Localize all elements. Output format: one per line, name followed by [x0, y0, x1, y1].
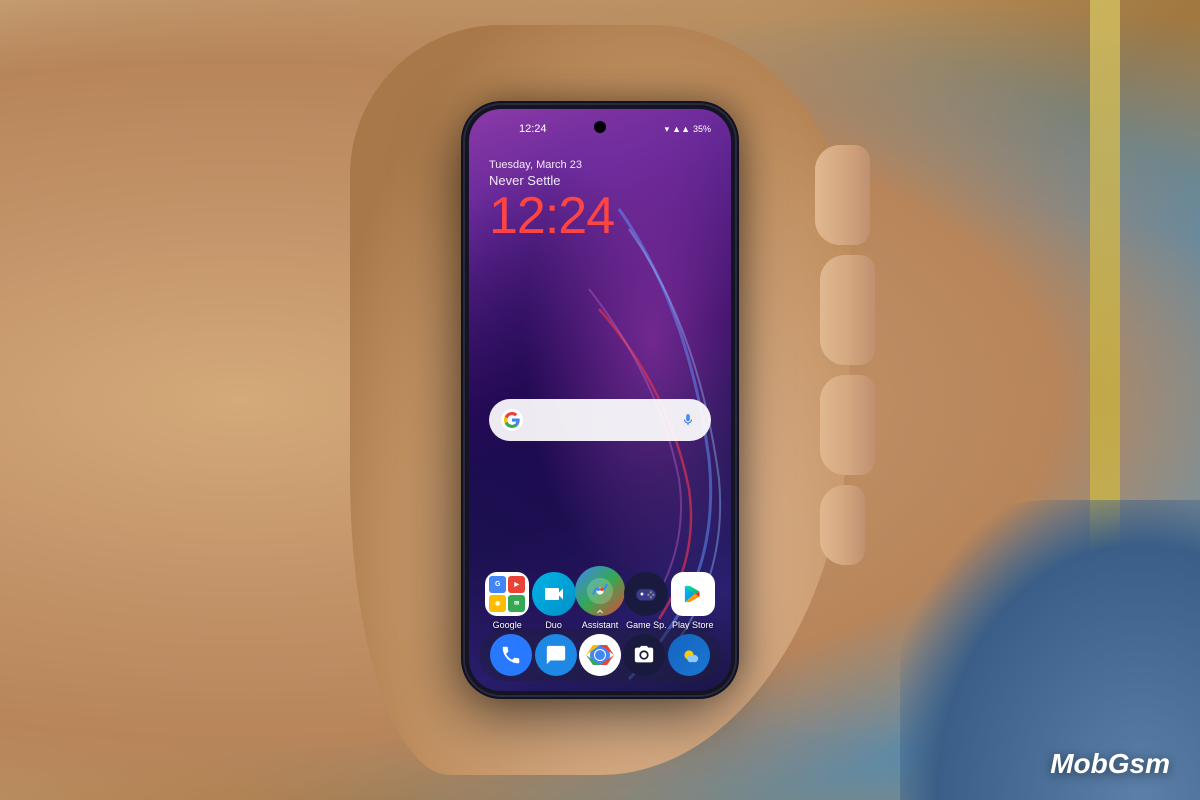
phone-body: 12:24 ▾ ▲▲ 35% Tuesday, March 23 Never S…	[465, 105, 735, 695]
watermark: MobGsm	[1050, 748, 1170, 780]
status-icons: ▾ ▲▲ 35%	[665, 124, 711, 135]
fingers	[790, 125, 870, 525]
dock-messages-icon[interactable]	[535, 634, 577, 676]
date-label: Tuesday, March 23	[489, 159, 711, 171]
signal-icon: ▲▲	[672, 124, 690, 134]
bottom-app-dock	[479, 629, 721, 681]
mic-icon	[677, 409, 699, 431]
google-g-logo	[501, 409, 523, 431]
finger-3	[820, 375, 875, 475]
phone-screen: 12:24 ▾ ▲▲ 35% Tuesday, March 23 Never S…	[469, 109, 731, 691]
app-duo[interactable]: Duo	[532, 572, 576, 631]
gamespace-icon	[624, 572, 668, 616]
finger-4	[820, 485, 865, 565]
camera-punch-hole	[594, 121, 606, 133]
status-time: 12:24	[519, 123, 547, 135]
wifi-icon: ▾	[665, 124, 670, 135]
dock-weather-icon[interactable]	[668, 634, 710, 676]
app-google[interactable]: G ▶ ◉ ✉ Google	[485, 572, 529, 631]
hand-with-phone: 12:24 ▾ ▲▲ 35% Tuesday, March 23 Never S…	[350, 25, 850, 775]
playstore-icon	[671, 572, 715, 616]
finger-2	[820, 255, 875, 365]
google-folder-icon: G ▶ ◉ ✉	[485, 572, 529, 616]
battery-level: 35%	[693, 124, 711, 134]
clock-display: 12:24	[489, 190, 711, 242]
finger-1	[815, 145, 870, 245]
app-playstore[interactable]: Play Store	[671, 572, 715, 631]
dock-phone-icon[interactable]	[490, 634, 532, 676]
duo-icon	[532, 572, 576, 616]
dock-camera-icon[interactable]	[623, 634, 665, 676]
app-gamespace[interactable]: Game Sp.	[624, 572, 668, 631]
google-search-bar[interactable]	[489, 399, 711, 441]
date-time-widget: Tuesday, March 23 Never Settle 12:24	[489, 159, 711, 242]
up-arrow-indicator: ⌃	[594, 607, 606, 624]
tagline: Never Settle	[489, 173, 711, 188]
dock-chrome-icon[interactable]	[579, 634, 621, 676]
